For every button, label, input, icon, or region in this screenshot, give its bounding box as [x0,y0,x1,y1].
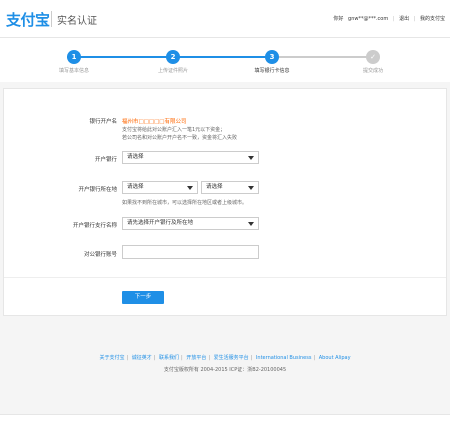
footer-link[interactable]: 开放平台 [186,355,206,361]
branch-select-value: 请先选择开户银行及所在地 [127,220,194,226]
branch-select[interactable]: 请先选择开户银行及所在地 [122,217,259,230]
account-link[interactable]: gnw**@***.com [348,16,388,22]
form-divider [4,277,446,278]
copyright-text: 支付宝版权所有 2004-2015 ICP证：浙B2-20100045 [163,367,287,373]
footer-link[interactable]: 联系我们 [159,355,179,361]
logo-divider [51,11,52,27]
branch-label: 开户银行支行名称 [72,223,117,229]
step-3-dot: 3 [265,50,279,64]
account-name-value: 福州市□□□□□有限公司 [122,119,187,125]
footer-link[interactable]: 诚征英才 [132,355,152,361]
step-1-dot: 1 [67,50,81,64]
city-select-value: 请选择 [206,184,223,190]
nav-separator: | [413,16,416,22]
account-note-1: 支付宝将给此对公账户汇入一笔1元以下资金； [122,127,226,133]
province-select-value: 请选择 [127,184,144,190]
progress-steps: 1 2 3 ✓ 填写基本信息 上传证件照片 填写银行卡信息 提交成功 [0,38,450,82]
chevron-down-icon [187,186,193,190]
footer-link[interactable]: About Alipay [319,355,351,361]
top-nav: 你好 gnw**@***.com | 退出 | 我的支付宝 [330,15,445,22]
footer-link[interactable]: 爱生活服务平台 [214,355,249,361]
top-bar: 支付宝 实名认证 你好 gnw**@***.com | 退出 | 我的支付宝 [0,0,450,38]
footer-links: 关于支付宝 | 诚征英才 | 联系我们 | 开放平台 | 爱生活服务平台 | Intern… [99,355,351,361]
step-4-check-icon: ✓ [366,50,380,64]
greeting-text: 你好 [333,16,344,22]
footer-link[interactable]: 关于支付宝 [99,355,124,361]
step-2-dot: 2 [166,50,180,64]
next-button[interactable]: 下一步 [122,291,164,304]
step-1-label: 填写基本信息 [58,68,89,74]
step-4-label: 提交成功 [362,68,383,74]
chevron-down-icon [248,186,254,190]
page-title: 实名认证 [57,16,97,27]
account-note-2: 若公司名和对公账户开户名不一致，资金将汇入失败 [122,135,238,141]
step-connector [273,56,373,58]
bank-label: 开户银行 [94,157,117,163]
footer-link[interactable]: International Business [256,355,312,361]
step-2-label: 上传证件照片 [157,68,188,74]
account-number-label: 对公银行账号 [83,252,117,258]
account-name-label: 银行开户名 [89,119,117,125]
location-label: 开户银行所在地 [78,187,117,193]
location-note: 如果找不到所在城市，可以选择所在地区或者上级城市。 [122,200,248,206]
logout-link[interactable]: 退出 [399,16,409,22]
step-connector [170,56,273,58]
my-alipay-link[interactable]: 我的支付宝 [420,16,445,22]
chevron-down-icon [248,156,254,160]
bottom-bar [0,414,450,429]
bank-select-value: 请选择 [127,154,144,160]
alipay-logo[interactable]: 支付宝 [6,9,50,30]
province-select[interactable]: 请选择 [122,181,198,194]
chevron-down-icon [248,222,254,226]
bank-select[interactable]: 请选择 [122,151,259,164]
step-connector [67,56,170,58]
nav-separator: | [392,16,395,22]
step-3-label: 填写银行卡信息 [254,68,290,74]
account-number-input[interactable] [122,245,259,259]
city-select[interactable]: 请选择 [201,181,259,194]
